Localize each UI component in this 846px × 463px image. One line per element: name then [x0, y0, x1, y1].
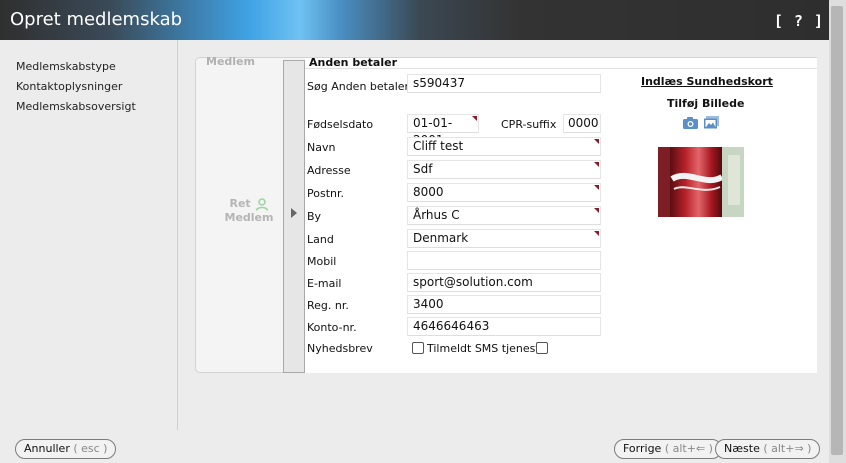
next-shortcut-hint: ( alt+⇒ ) [763, 442, 812, 455]
name-input[interactable]: Cliff test [407, 137, 601, 156]
cpr-suffix-input[interactable]: 0000 [563, 114, 601, 133]
reg-number-label: Reg. nr. [307, 299, 349, 312]
reg-number-input[interactable]: 3400 [407, 295, 601, 314]
cancel-shortcut-hint: ( esc ) [73, 442, 108, 455]
city-input[interactable]: Århus C [407, 206, 601, 225]
edit-member-label-2: Medlem [224, 211, 274, 224]
sms-service-checkbox[interactable] [536, 342, 548, 354]
next-button[interactable]: Næste ( alt+⇒ ) [715, 439, 821, 459]
vertical-scrollbar[interactable] [829, 0, 846, 463]
country-select[interactable]: Denmark [407, 229, 601, 248]
cancel-button-label: Annuller [24, 442, 70, 455]
country-label: Land [307, 233, 334, 246]
account-number-input[interactable]: 4646646463 [407, 317, 601, 336]
newsletter-label: Nyhedsbrev [307, 342, 373, 355]
newsletter-checkbox[interactable] [412, 342, 424, 354]
birthdate-input[interactable]: 01-01-2001 [407, 114, 479, 147]
help-button[interactable]: [ ? ] [774, 12, 824, 30]
cpr-suffix-label: CPR-suffix [501, 118, 557, 131]
zip-label: Postnr. [307, 187, 344, 200]
window-title: Opret medlemskab [10, 9, 183, 30]
search-payer-input[interactable]: s590437 [407, 74, 601, 93]
previous-shortcut-hint: ( alt+⇐ ) [664, 442, 713, 455]
search-payer-label: Søg Anden betaler [307, 80, 410, 93]
camera-icon[interactable] [683, 117, 698, 129]
birthdate-label: Fødselsdato [307, 118, 374, 131]
section-divider [305, 68, 817, 69]
mobile-label: Mobil [307, 255, 337, 268]
email-input[interactable]: sport@solution.com [407, 273, 601, 292]
name-label: Navn [307, 141, 336, 154]
city-label: By [307, 210, 322, 223]
collapse-panel-bar[interactable] [283, 60, 305, 373]
edit-member-button[interactable]: Ret Medlem [222, 197, 276, 225]
account-number-label: Konto-nr. [307, 321, 357, 334]
edit-member-label-1: Ret [229, 197, 251, 210]
expand-arrow-icon [291, 208, 297, 218]
title-bar: Opret medlemskab [ ? ] [0, 0, 846, 40]
address-label: Adresse [307, 164, 351, 177]
zip-input[interactable]: 8000 [407, 183, 601, 202]
previous-button[interactable]: Forrige ( alt+⇐ ) [614, 439, 722, 459]
scrollbar-thumb[interactable] [831, 6, 843, 455]
previous-button-label: Forrige [623, 442, 662, 455]
nav-item-membership-overview[interactable]: Medlemskabsoversigt [16, 100, 136, 113]
person-icon [255, 197, 268, 211]
member-tab-label: Medlem [206, 55, 255, 68]
next-button-label: Næste [724, 442, 760, 455]
nav-item-membership-type[interactable]: Medlemskabstype [16, 60, 116, 73]
sms-service-label: Tilmeldt SMS tjeneste [427, 342, 547, 355]
left-navigation: Medlemskabstype Kontaktoplysninger Medle… [0, 40, 178, 430]
mobile-input[interactable] [407, 251, 601, 270]
load-health-card-link[interactable]: Indlæs Sundhedskort [641, 75, 773, 88]
nav-item-contact-info[interactable]: Kontaktoplysninger [16, 80, 122, 93]
address-input[interactable]: Sdf [407, 160, 601, 179]
member-photo [658, 147, 744, 217]
cancel-button[interactable]: Annuller ( esc ) [15, 439, 117, 459]
image-icon[interactable] [704, 116, 719, 129]
email-label: E-mail [307, 277, 342, 290]
add-photo-label: Tilføj Billede [667, 97, 745, 110]
